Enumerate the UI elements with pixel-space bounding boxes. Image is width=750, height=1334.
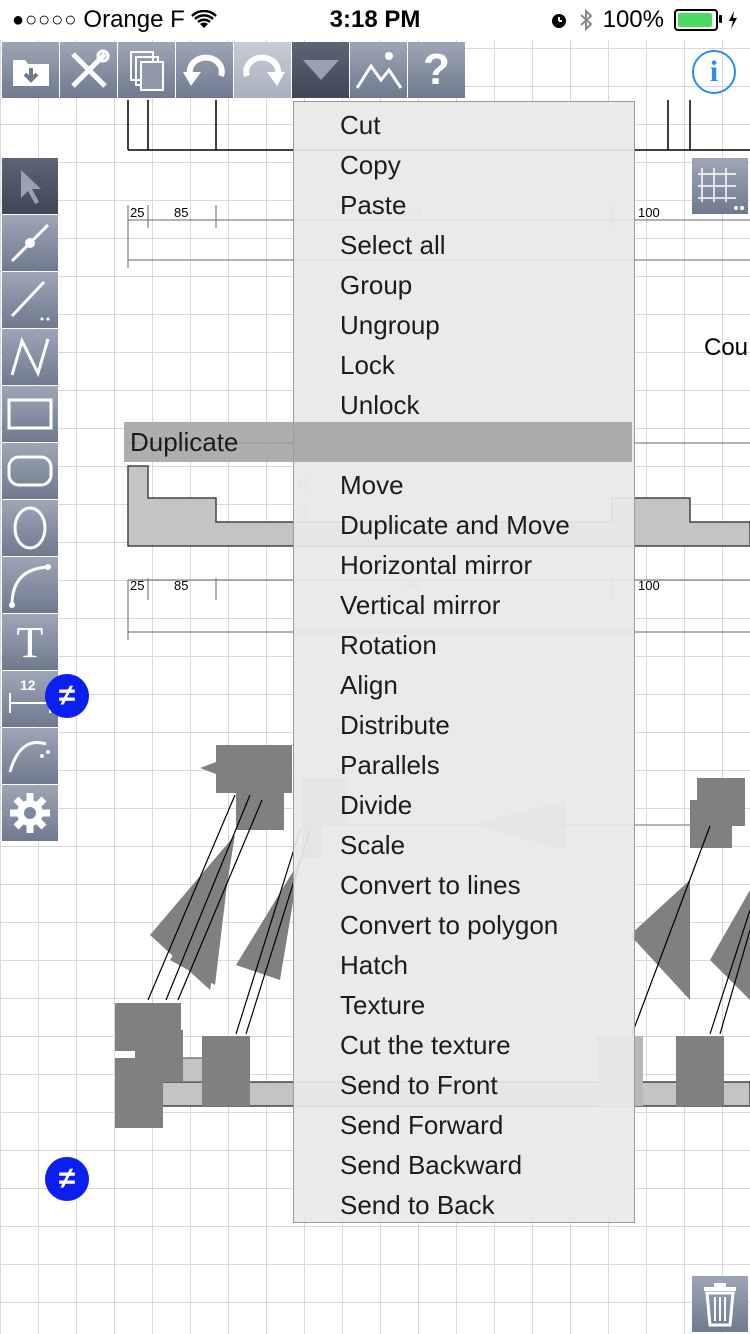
status-indicators: 100% <box>549 6 738 34</box>
menu-item-convert-to-polygon[interactable]: Convert to polygon <box>340 905 558 945</box>
rounded-rect-icon <box>7 455 53 487</box>
top-toolbar: ? <box>2 42 465 98</box>
not-equal-badge[interactable]: ≠ <box>45 674 89 718</box>
settings-button[interactable] <box>2 785 58 841</box>
menu-item-send-backward[interactable]: Send Backward <box>340 1145 522 1185</box>
menu-item-group[interactable]: Group <box>340 265 412 305</box>
edit-menu: Cut Copy Paste Select all Group Ungroup … <box>293 101 635 1223</box>
polyline-tool[interactable] <box>2 329 58 385</box>
menu-item-paste[interactable]: Paste <box>340 185 407 225</box>
ellipse-tool[interactable] <box>2 500 58 556</box>
dimension-label: 100 <box>638 578 660 593</box>
battery-percent: 100% <box>602 6 664 33</box>
text-tool[interactable]: T <box>2 614 58 670</box>
charging-icon <box>729 11 737 29</box>
terrain-icon <box>355 52 402 89</box>
menu-item-align[interactable]: Align <box>340 665 398 705</box>
drawing-tools-sidebar: T 12 <box>2 158 58 841</box>
menu-item-rotation[interactable]: Rotation <box>340 625 437 665</box>
help-button[interactable]: ? <box>408 42 465 98</box>
rectangle-icon <box>7 398 53 430</box>
select-tool[interactable] <box>2 158 58 214</box>
menu-item-vertical-mirror[interactable]: Vertical mirror <box>340 585 500 625</box>
menu-item-move[interactable]: Move <box>340 465 404 505</box>
arc-tool[interactable] <box>2 557 58 613</box>
menu-item-horizontal-mirror[interactable]: Horizontal mirror <box>340 545 532 585</box>
menu-item-parallels[interactable]: Parallels <box>340 745 440 785</box>
menu-item-copy[interactable]: Copy <box>340 145 401 185</box>
edit-menu-button[interactable] <box>292 42 349 98</box>
text-icon: T <box>16 617 44 667</box>
menu-item-send-to-front[interactable]: Send to Front <box>340 1065 498 1105</box>
menu-item-lock[interactable]: Lock <box>340 345 395 385</box>
not-equal-badge[interactable]: ≠ <box>45 1157 89 1201</box>
help-icon: ? <box>423 45 450 94</box>
tools-button[interactable] <box>60 42 117 98</box>
status-bar: ●○○○○ Orange F 3:18 PM 100% <box>0 0 750 40</box>
dimension-label: 85 <box>174 205 189 220</box>
redo-button[interactable] <box>234 42 291 98</box>
undo-icon <box>182 54 225 86</box>
curve-icon <box>8 741 50 773</box>
dimension-icon: 12 <box>20 677 36 693</box>
bluetooth-icon <box>579 9 593 31</box>
menu-item-cut-the-texture[interactable]: Cut the texture <box>340 1025 511 1065</box>
layers-icon <box>129 51 164 91</box>
menu-item-select-all[interactable]: Select all <box>340 225 446 265</box>
dimension-label: 25 <box>130 578 145 593</box>
gear-icon <box>10 793 50 833</box>
menu-item-cut[interactable]: Cut <box>340 105 380 145</box>
menu-item-send-forward[interactable]: Send Forward <box>340 1105 503 1145</box>
redo-icon <box>242 54 285 86</box>
grid-icon <box>698 168 744 210</box>
battery-icon <box>674 9 722 31</box>
dimension-label: 85 <box>174 578 189 593</box>
menu-item-hatch[interactable]: Hatch <box>340 945 408 985</box>
menu-item-duplicate[interactable]: Duplicate <box>130 422 238 462</box>
alarm-icon <box>551 14 566 28</box>
menu-item-scale[interactable]: Scale <box>340 825 405 865</box>
menu-item-send-to-back[interactable]: Send to Back <box>340 1185 495 1225</box>
menu-item-divide[interactable]: Divide <box>340 785 412 825</box>
polyline-icon <box>10 336 50 378</box>
menu-item-duplicate-and-move[interactable]: Duplicate and Move <box>340 505 570 545</box>
curve-tool[interactable] <box>2 728 58 784</box>
undo-button[interactable] <box>176 42 233 98</box>
info-button[interactable]: i <box>692 50 736 94</box>
point-line-icon <box>10 223 50 263</box>
point-line-tool[interactable] <box>2 215 58 271</box>
ellipse-icon <box>13 506 47 550</box>
canvas-text[interactable]: Cou <box>704 334 748 362</box>
line-tool[interactable] <box>2 272 58 328</box>
dropdown-icon <box>302 60 339 80</box>
line-icon <box>10 280 50 321</box>
file-button[interactable] <box>2 42 59 98</box>
dimension-label: 100 <box>638 205 660 220</box>
rounded-rectangle-tool[interactable] <box>2 443 58 499</box>
arc-icon <box>9 564 51 608</box>
delete-button[interactable] <box>692 1276 748 1332</box>
dimension-label: 25 <box>130 205 145 220</box>
tools-icon <box>70 49 109 88</box>
menu-item-texture[interactable]: Texture <box>340 985 425 1025</box>
menu-item-distribute[interactable]: Distribute <box>340 705 450 745</box>
folder-icon <box>12 60 49 86</box>
select-arrow-icon <box>21 170 41 204</box>
menu-item-ungroup[interactable]: Ungroup <box>340 305 440 345</box>
layers-button[interactable] <box>118 42 175 98</box>
trash-icon <box>704 1283 736 1327</box>
rectangle-tool[interactable] <box>2 386 58 442</box>
terrain-button[interactable] <box>350 42 407 98</box>
menu-item-unlock[interactable]: Unlock <box>340 385 419 425</box>
menu-item-convert-to-lines[interactable]: Convert to lines <box>340 865 521 905</box>
grid-toggle-button[interactable] <box>692 158 748 214</box>
